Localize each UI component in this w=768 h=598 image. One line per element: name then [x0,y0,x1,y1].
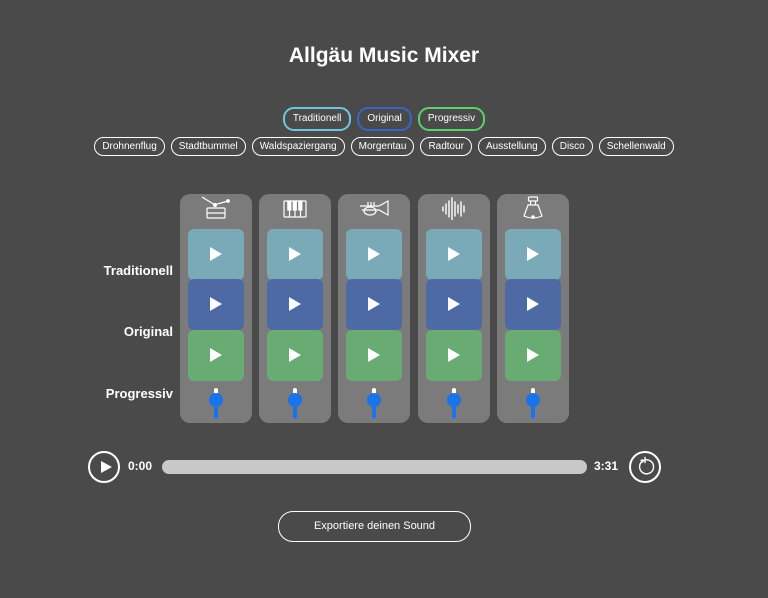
trumpet-icon [360,199,389,217]
preset-radtour-button[interactable]: Radtour [420,137,473,156]
preset-schellenwald-button[interactable]: Schellenwald [598,137,674,156]
channel-drum [180,194,252,423]
row-label-traditionell: Traditionell [103,263,173,278]
play-icon [210,297,222,311]
page-title: Allgäu Music Mixer [288,44,480,67]
play-icon [289,297,301,311]
pad-cowbell-traditionell[interactable] [505,229,561,280]
play-icon [289,348,301,362]
style-selector: Traditionell Original Progressiv [0,107,768,131]
reset-button[interactable] [629,451,661,483]
play-icon [448,247,460,261]
play-icon [289,247,301,261]
play-icon [210,247,222,261]
preset-morgentau-button[interactable]: Morgentau [350,137,415,156]
preset-ausstellung-button[interactable]: Ausstellung [478,137,546,156]
pad-keyboard-progressiv[interactable] [267,330,323,381]
play-icon [210,348,222,362]
pad-drum-original[interactable] [188,279,244,330]
play-icon [527,348,539,362]
pad-cowbell-progressiv[interactable] [505,330,561,381]
preset-selector: Drohnenflug Stadtbummel Waldspaziergang … [0,137,768,156]
volume-slider-trumpet[interactable] [367,388,381,419]
volume-slider-drum[interactable] [209,388,223,419]
pad-drum-traditionell[interactable] [188,229,244,280]
channel-waveform [418,194,490,423]
style-traditionell-button[interactable]: Traditionell [282,107,352,131]
volume-slider-cowbell[interactable] [526,388,540,419]
cowbell-icon [523,196,543,219]
preset-waldspaziergang-button[interactable]: Waldspaziergang [251,137,345,156]
pad-trumpet-progressiv[interactable] [346,330,402,381]
play-icon [527,247,539,261]
play-icon [368,297,380,311]
pad-waveform-original[interactable] [426,279,482,330]
style-progressiv-button[interactable]: Progressiv [417,107,486,131]
progress-bar[interactable] [162,460,587,474]
play-icon [368,348,380,362]
pad-drum-progressiv[interactable] [188,330,244,381]
export-sound-button[interactable]: Exportiere deinen Sound [278,511,471,542]
play-icon [101,461,112,473]
play-icon [448,348,460,362]
row-label-original: Original [123,324,173,339]
volume-slider-keyboard[interactable] [288,388,302,419]
volume-slider-waveform[interactable] [447,388,461,419]
row-label-progressiv: Progressiv [105,386,173,401]
preset-disco-button[interactable]: Disco [551,137,593,156]
play-icon [448,297,460,311]
reset-icon [638,456,655,475]
play-icon [368,247,380,261]
pad-waveform-progressiv[interactable] [426,330,482,381]
pad-keyboard-traditionell[interactable] [267,229,323,280]
channel-keyboard [259,194,331,423]
play-icon [527,297,539,311]
preset-drohnenflug-button[interactable]: Drohnenflug [94,137,165,156]
pad-waveform-traditionell[interactable] [426,229,482,280]
play-button[interactable] [88,451,120,483]
pad-cowbell-original[interactable] [505,279,561,330]
pad-trumpet-original[interactable] [346,279,402,330]
channel-cowbell [497,194,569,423]
channel-trumpet [338,194,410,423]
preset-stadtbummel-button[interactable]: Stadtbummel [170,137,246,156]
keyboard-icon [283,200,307,218]
pad-trumpet-traditionell[interactable] [346,229,402,280]
pad-keyboard-original[interactable] [267,279,323,330]
waveform-icon [442,197,465,220]
style-original-button[interactable]: Original [357,107,412,131]
drum-icon [201,196,230,219]
total-time: 3:31 [594,459,619,473]
current-time: 0:00 [128,459,153,473]
